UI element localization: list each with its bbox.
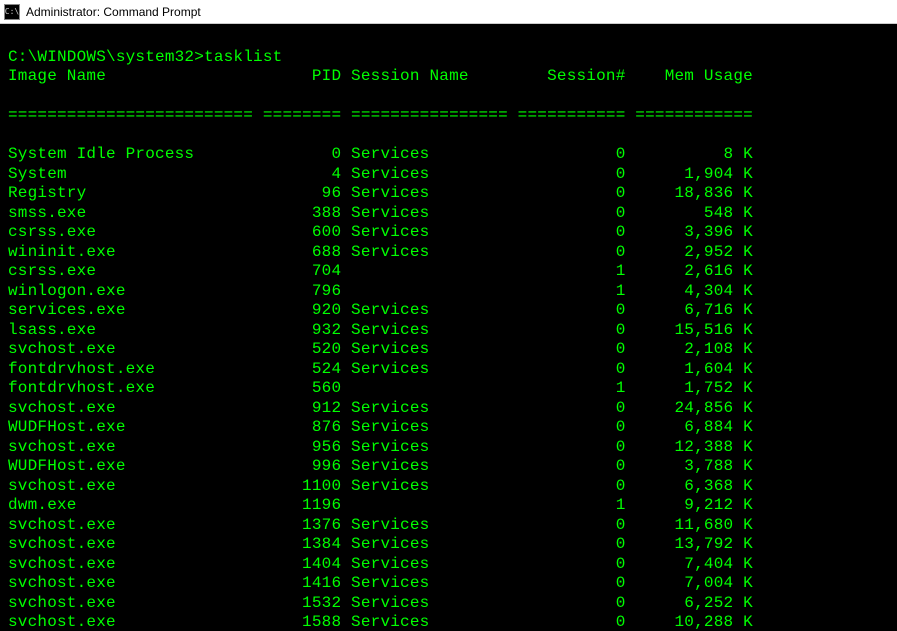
table-row: winlogon.exe 796 1 4,304 K bbox=[8, 282, 889, 302]
table-row: WUDFHost.exe 876 Services 0 6,884 K bbox=[8, 418, 889, 438]
table-row: csrss.exe 600 Services 0 3,396 K bbox=[8, 223, 889, 243]
table-row: Registry 96 Services 0 18,836 K bbox=[8, 184, 889, 204]
table-row: svchost.exe 1588 Services 0 10,288 K bbox=[8, 613, 889, 631]
table-row: WUDFHost.exe 996 Services 0 3,788 K bbox=[8, 457, 889, 477]
table-row: System 4 Services 0 1,904 K bbox=[8, 165, 889, 185]
prompt-command: tasklist bbox=[204, 48, 282, 66]
table-row: fontdrvhost.exe 560 1 1,752 K bbox=[8, 379, 889, 399]
table-header-row: Image Name PID Session Name Session# Mem… bbox=[8, 67, 889, 87]
prompt-path: C:\WINDOWS\system32> bbox=[8, 48, 204, 66]
table-row: svchost.exe 1416 Services 0 7,004 K bbox=[8, 574, 889, 594]
table-row: svchost.exe 1404 Services 0 7,404 K bbox=[8, 555, 889, 575]
table-row: fontdrvhost.exe 524 Services 0 1,604 K bbox=[8, 360, 889, 380]
table-row: svchost.exe 520 Services 0 2,108 K bbox=[8, 340, 889, 360]
table-separator-row: ========================= ======== =====… bbox=[8, 106, 889, 126]
terminal-output[interactable]: C:\WINDOWS\system32>tasklist Image Name … bbox=[0, 24, 897, 631]
prompt-line: C:\WINDOWS\system32>tasklist bbox=[8, 48, 282, 66]
table-row: svchost.exe 1100 Services 0 6,368 K bbox=[8, 477, 889, 497]
table-row: csrss.exe 704 1 2,616 K bbox=[8, 262, 889, 282]
table-row: svchost.exe 956 Services 0 12,388 K bbox=[8, 438, 889, 458]
table-body: System Idle Process 0 Services 0 8 KSyst… bbox=[8, 145, 889, 631]
table-row: lsass.exe 932 Services 0 15,516 K bbox=[8, 321, 889, 341]
window-title-bar: C:\ Administrator: Command Prompt bbox=[0, 0, 897, 24]
table-row: dwm.exe 1196 1 9,212 K bbox=[8, 496, 889, 516]
table-row: svchost.exe 1384 Services 0 13,792 K bbox=[8, 535, 889, 555]
table-row: smss.exe 388 Services 0 548 K bbox=[8, 204, 889, 224]
cmd-icon: C:\ bbox=[4, 4, 20, 20]
table-row: svchost.exe 1376 Services 0 11,680 K bbox=[8, 516, 889, 536]
table-row: services.exe 920 Services 0 6,716 K bbox=[8, 301, 889, 321]
window-title: Administrator: Command Prompt bbox=[26, 5, 201, 19]
table-row: svchost.exe 1532 Services 0 6,252 K bbox=[8, 594, 889, 614]
table-row: svchost.exe 912 Services 0 24,856 K bbox=[8, 399, 889, 419]
table-row: System Idle Process 0 Services 0 8 K bbox=[8, 145, 889, 165]
table-row: wininit.exe 688 Services 0 2,952 K bbox=[8, 243, 889, 263]
